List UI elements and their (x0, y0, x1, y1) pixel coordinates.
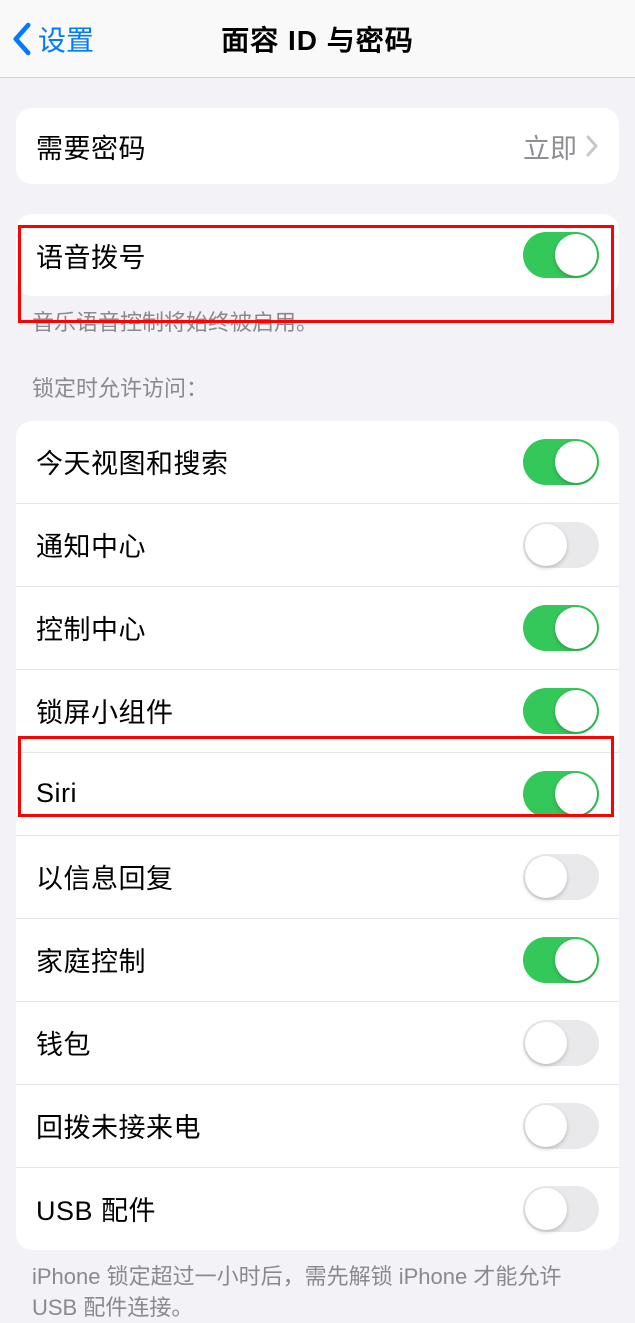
lock-access-label: 钱包 (36, 1023, 91, 1062)
lock-access-toggle[interactable] (523, 771, 599, 817)
lock-access-toggle[interactable] (523, 854, 599, 900)
voice-dial-footer: 音乐语音控制将始终被启用。 (0, 296, 635, 339)
voice-dial-row: 语音拨号 (16, 214, 619, 296)
chevron-left-icon (12, 22, 32, 56)
lock-access-label: 以信息回复 (36, 857, 174, 896)
lock-access-label: 控制中心 (36, 608, 146, 647)
voice-dial-label: 语音拨号 (36, 236, 146, 275)
voice-dial-toggle[interactable] (523, 232, 599, 278)
lock-access-row: 锁屏小组件 (16, 669, 619, 752)
lock-access-row: 控制中心 (16, 586, 619, 669)
lock-access-label: 家庭控制 (36, 940, 146, 979)
lock-access-toggle[interactable] (523, 1103, 599, 1149)
lock-access-header: 锁定时允许访问： (0, 339, 635, 413)
lock-access-row: USB 配件 (16, 1167, 619, 1250)
lock-access-toggle[interactable] (523, 439, 599, 485)
lock-access-toggle[interactable] (523, 937, 599, 983)
lock-access-label: 今天视图和搜索 (36, 442, 229, 481)
lock-access-row: 家庭控制 (16, 918, 619, 1001)
lock-access-row: 钱包 (16, 1001, 619, 1084)
lock-access-toggle[interactable] (523, 605, 599, 651)
lock-access-group: 今天视图和搜索通知中心控制中心锁屏小组件 Siri 以信息回复家庭控制钱包回拨未接来… (16, 421, 619, 1250)
voice-dial-group: 语音拨号 (16, 214, 619, 296)
back-label: 设置 (38, 19, 94, 59)
require-passcode-label: 需要密码 (36, 127, 146, 166)
chevron-right-icon (585, 135, 599, 157)
lock-access-label: 锁屏小组件 (36, 691, 174, 730)
lock-access-footer: iPhone 锁定超过一小时后，需先解锁 iPhone 才能允许 USB 配件连… (0, 1250, 635, 1323)
lock-access-toggle[interactable] (523, 1186, 599, 1232)
lock-access-label: USB 配件 (36, 1189, 156, 1228)
lock-access-row: 通知中心 (16, 503, 619, 586)
require-passcode-group: 需要密码 立即 (16, 108, 619, 184)
lock-access-row: 今天视图和搜索 (16, 421, 619, 503)
lock-access-label: 通知中心 (36, 525, 146, 564)
lock-access-toggle[interactable] (523, 522, 599, 568)
lock-access-row: 回拨未接来电 (16, 1084, 619, 1167)
lock-access-toggle[interactable] (523, 688, 599, 734)
lock-access-label: 回拨未接来电 (36, 1106, 201, 1145)
page-title: 面容 ID 与密码 (221, 19, 414, 59)
back-button[interactable]: 设置 (12, 19, 94, 59)
lock-access-label: Siri (36, 778, 77, 809)
lock-access-row: 以信息回复 (16, 835, 619, 918)
require-passcode-row[interactable]: 需要密码 立即 (16, 108, 619, 184)
require-passcode-value: 立即 (523, 127, 577, 166)
navigation-header: 设置 面容 ID 与密码 (0, 0, 635, 78)
lock-access-row: Siri (16, 752, 619, 835)
lock-access-toggle[interactable] (523, 1020, 599, 1066)
